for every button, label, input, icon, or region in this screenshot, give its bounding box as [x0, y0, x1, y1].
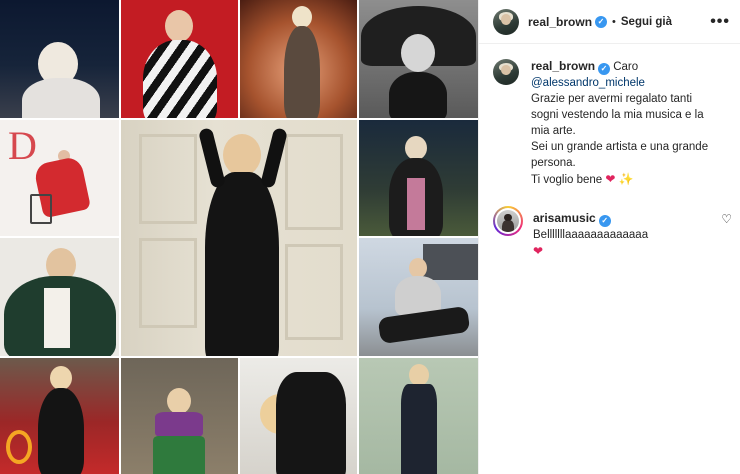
photo-figure — [285, 134, 343, 230]
photo-figure — [223, 134, 261, 176]
photo-figure — [139, 134, 197, 224]
caption-greeting: Caro — [613, 61, 639, 73]
verified-badge-icon: ✓ — [598, 63, 611, 75]
header-separator: • — [612, 15, 616, 28]
photo-tile — [0, 238, 119, 356]
photo-figure — [38, 388, 84, 474]
photo-tile: D — [0, 120, 119, 236]
photo-figure — [167, 388, 191, 414]
photo-figure — [284, 26, 320, 118]
photo-figure — [409, 364, 429, 386]
photo-tile — [121, 0, 238, 118]
photo-figure — [423, 244, 478, 280]
caption-username[interactable]: real_brown — [531, 59, 595, 73]
photo-figure — [197, 127, 227, 189]
photo-tile — [240, 0, 357, 118]
avatar[interactable] — [493, 8, 519, 35]
caption-text: real_brown ✓ Caro @alessandro_michele Gra… — [531, 58, 721, 188]
sparkles-emoji-icon: ✨ — [618, 172, 634, 186]
photo-figure — [259, 127, 289, 189]
photo-figure — [22, 78, 100, 118]
photo-figure — [276, 372, 346, 474]
photo-figure — [139, 238, 197, 328]
photo-tile — [359, 238, 478, 356]
heart-emoji-icon: ❤ — [533, 244, 544, 258]
heart-emoji-icon: ❤ — [605, 172, 616, 186]
magazine-letter: D — [8, 123, 37, 168]
caption-line: Grazie per avermi regalato tanti sogni v… — [531, 93, 704, 137]
post-header: real_brown ✓ • Segui già ••• — [479, 0, 740, 44]
photo-tile — [121, 358, 238, 474]
photo-figure — [205, 172, 279, 356]
verified-badge-icon: ✓ — [598, 215, 611, 227]
comment-text: arisamusic ✓ Belllllllaaaaaaaaaaaaa ❤ — [533, 210, 711, 260]
following-button[interactable]: Segui già — [621, 16, 672, 28]
photo-figure — [377, 305, 471, 345]
post-caption: real_brown ✓ Caro @alessandro_michele Gra… — [479, 44, 740, 188]
photo-tile — [359, 358, 478, 474]
post-side-panel: real_brown ✓ • Segui già ••• real_brown ✓… — [478, 0, 740, 474]
verified-badge-icon: ✓ — [595, 15, 608, 28]
photo-figure — [407, 178, 425, 230]
photo-figure — [401, 34, 435, 72]
photo-figure — [155, 412, 203, 438]
author-username[interactable]: real_brown — [528, 15, 592, 29]
photo-figure — [401, 384, 437, 474]
photo-figure — [153, 436, 205, 474]
photo-figure — [405, 136, 427, 160]
post-image-mosaic[interactable]: D — [0, 0, 478, 474]
photo-figure — [50, 366, 72, 390]
photo-figure — [165, 10, 193, 42]
photo-figure — [44, 288, 70, 348]
caption-line: Sei un grande artista e una grande perso… — [531, 141, 709, 169]
photo-figure — [389, 72, 447, 118]
photo-tile — [0, 358, 119, 474]
photo-tile — [359, 120, 478, 236]
comment-body: Belllllllaaaaaaaaaaaaa — [533, 229, 649, 241]
heart-outline-icon[interactable]: ♡ — [721, 212, 732, 226]
photo-tile — [121, 120, 357, 356]
photo-tile — [359, 0, 478, 118]
photo-tile — [240, 358, 357, 474]
photo-figure — [292, 6, 312, 28]
more-options-icon[interactable]: ••• — [710, 13, 730, 29]
avatar[interactable] — [493, 206, 523, 236]
photo-figure — [30, 194, 52, 224]
comment-item: arisamusic ✓ Belllllllaaaaaaaaaaaaa ❤ ♡ — [479, 188, 740, 260]
avatar[interactable] — [493, 59, 519, 85]
comment-username[interactable]: arisamusic — [533, 211, 596, 225]
photo-tile — [0, 0, 119, 118]
photo-figure — [143, 40, 217, 118]
photo-figure — [409, 258, 427, 278]
photo-figure — [6, 430, 32, 464]
mention-link[interactable]: @alessandro_michele — [531, 77, 645, 89]
photo-figure — [285, 244, 343, 340]
caption-line: Ti voglio bene — [531, 174, 603, 186]
